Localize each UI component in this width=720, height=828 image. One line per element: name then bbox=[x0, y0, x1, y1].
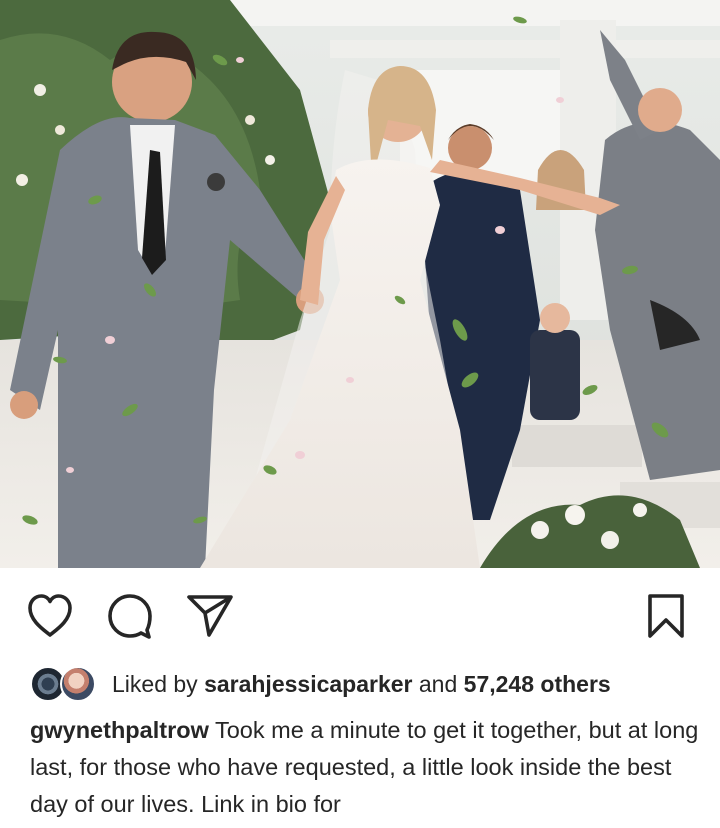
likes-connector: and bbox=[418, 670, 458, 697]
comment-icon bbox=[108, 594, 152, 639]
post-caption: gwynethpaltrow Took me a minute to get i… bbox=[30, 712, 710, 823]
others-count-link[interactable]: 57,248 others bbox=[464, 671, 611, 697]
liker-avatars[interactable] bbox=[30, 664, 106, 704]
caption-username-link[interactable]: gwynethpaltrow bbox=[30, 717, 209, 743]
save-button[interactable] bbox=[640, 590, 692, 642]
heart-icon bbox=[28, 594, 72, 637]
bookmark-icon bbox=[648, 594, 684, 638]
liker-username-link[interactable]: sarahjessicaparker bbox=[204, 671, 412, 697]
paper-plane-icon bbox=[187, 595, 233, 637]
avatar[interactable] bbox=[60, 666, 96, 702]
likes-summary: Liked by sarahjessicaparker and 57,248 o… bbox=[30, 662, 611, 706]
like-button[interactable] bbox=[24, 590, 76, 642]
post-photo[interactable] bbox=[0, 0, 720, 568]
likes-prefix: Liked by bbox=[112, 670, 198, 697]
share-button[interactable] bbox=[184, 590, 236, 642]
likes-text: Liked by sarahjessicaparker and 57,248 o… bbox=[112, 671, 611, 698]
post-action-bar bbox=[0, 568, 720, 660]
comment-button[interactable] bbox=[104, 590, 156, 642]
